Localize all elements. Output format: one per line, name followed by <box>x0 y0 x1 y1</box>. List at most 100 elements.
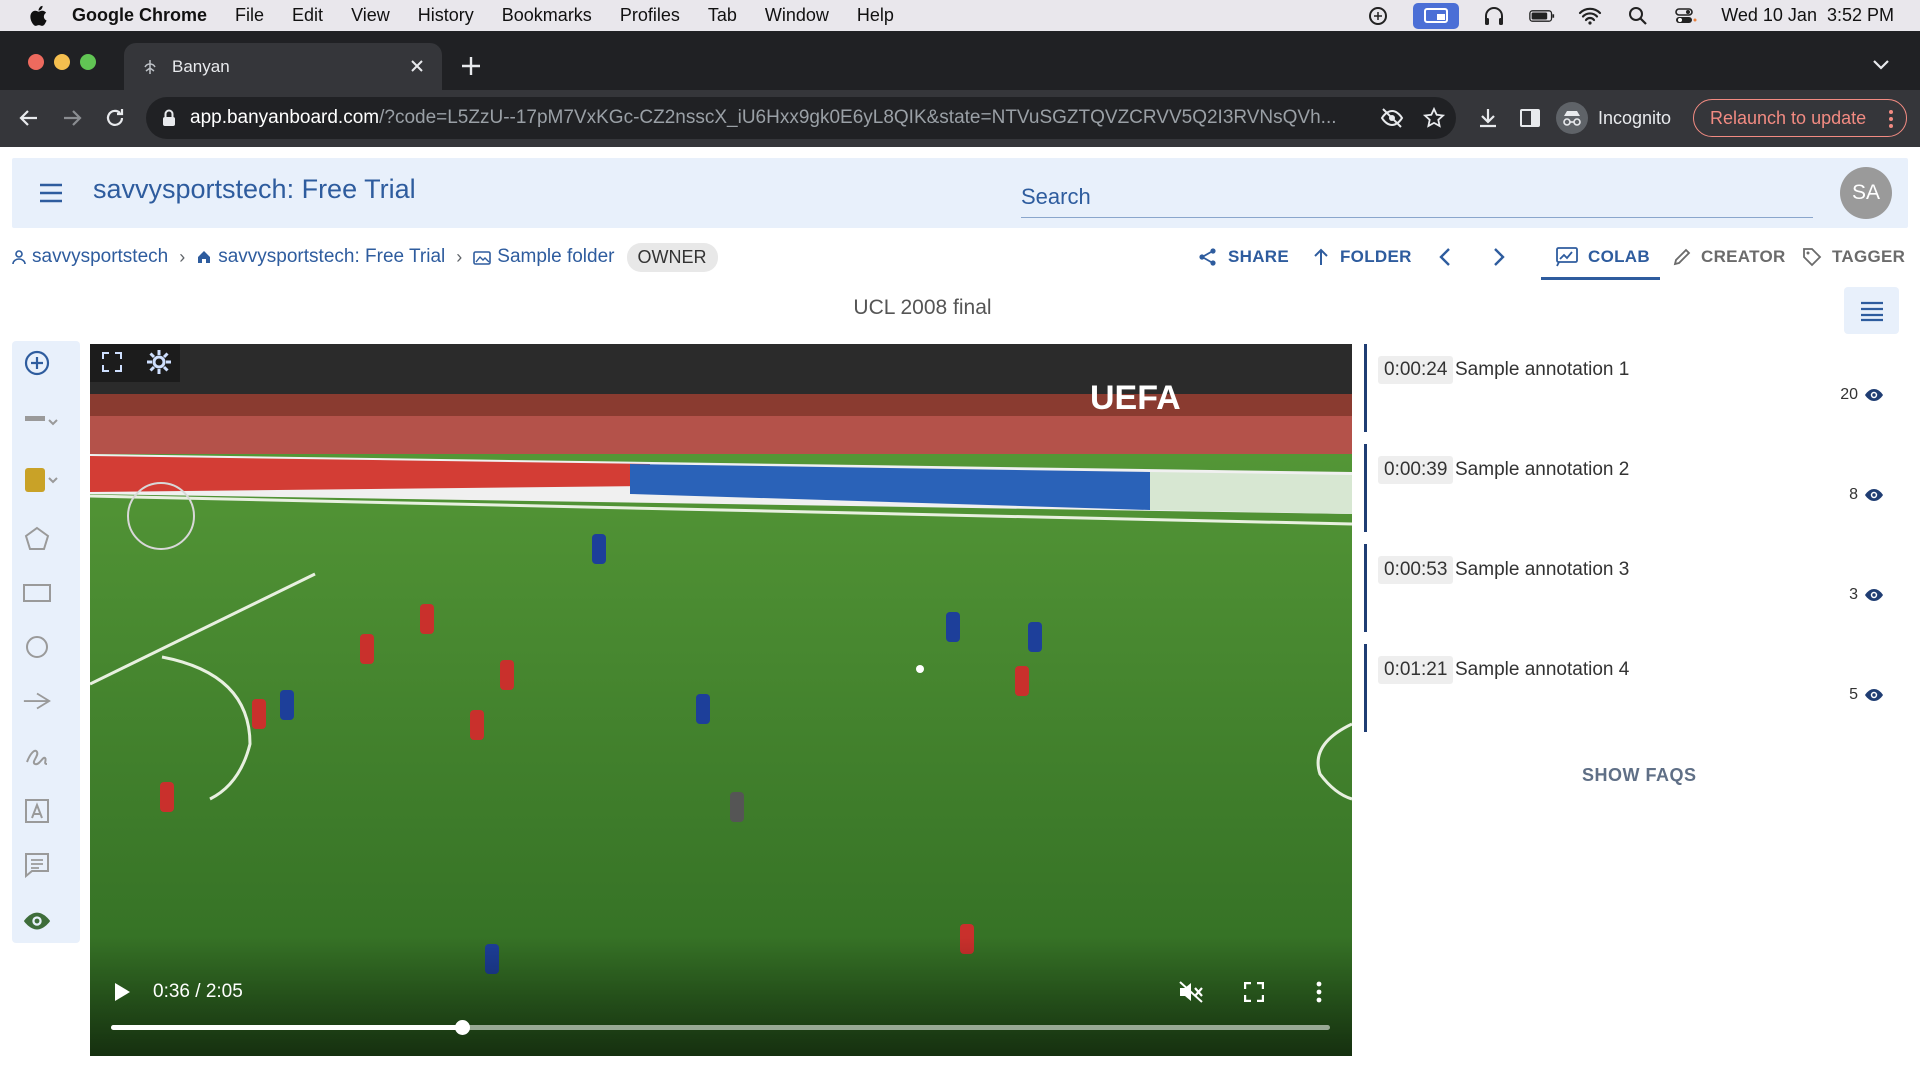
share-button[interactable]: SHARE <box>1198 244 1289 270</box>
annotation-item[interactable]: 0:01:21 Sample annotation 4 5 <box>1364 644 1884 732</box>
annotation-timestamp[interactable]: 0:00:53 <box>1378 556 1454 584</box>
annotation-label[interactable]: Sample annotation 3 <box>1455 559 1629 581</box>
list-icon <box>1860 301 1883 321</box>
menu-profiles[interactable]: Profiles <box>620 5 680 26</box>
lock-icon[interactable] <box>160 108 178 128</box>
annotation-label[interactable]: Sample annotation 1 <box>1455 359 1629 381</box>
annotation-timestamp[interactable]: 0:00:24 <box>1378 356 1454 384</box>
annotation-item[interactable]: 0:00:39 Sample annotation 2 8 <box>1364 444 1884 532</box>
spotlight-search-icon[interactable] <box>1625 5 1651 27</box>
back-arrow-icon[interactable] <box>17 106 41 130</box>
reload-icon[interactable] <box>103 106 127 130</box>
arrow-tool-button[interactable] <box>22 686 52 716</box>
show-faqs-button[interactable]: SHOW FAQS <box>1582 765 1697 786</box>
view-count-value: 5 <box>1849 686 1858 703</box>
hamburger-menu-icon[interactable] <box>38 182 64 204</box>
more-vertical-icon[interactable] <box>1888 109 1894 129</box>
video-player[interactable]: UEFA <box>90 344 1352 1056</box>
user-avatar[interactable]: SA <box>1840 167 1892 219</box>
freehand-tool-button[interactable] <box>22 741 52 771</box>
menu-history[interactable]: History <box>418 5 474 26</box>
breadcrumb-org[interactable]: savvysportstech <box>12 246 168 268</box>
window-minimize-button[interactable] <box>54 54 70 70</box>
comment-tool-button[interactable] <box>22 850 52 880</box>
url-path: /?code=L5ZzU--17pM7VxKGc-CZ2nsscX_iU6Hxx… <box>379 107 1337 128</box>
forward-arrow-icon[interactable] <box>60 106 84 130</box>
previous-item-icon[interactable] <box>1436 246 1454 268</box>
folder-button[interactable]: FOLDER <box>1312 244 1412 270</box>
visibility-toggle-button[interactable] <box>22 906 52 936</box>
rectangle-tool-button[interactable] <box>22 578 52 608</box>
creator-label: CREATOR <box>1701 247 1786 266</box>
tab-tagger[interactable]: TAGGER <box>1802 244 1905 270</box>
screen-share-icon[interactable] <box>1413 2 1460 29</box>
menu-window[interactable]: Window <box>765 5 829 26</box>
side-panel-icon[interactable] <box>1518 106 1542 130</box>
arrow-icon <box>23 692 51 710</box>
add-tool-button[interactable] <box>22 348 52 378</box>
address-bar[interactable]: app.banyanboard.com/?code=L5ZzU--17pM7Vx… <box>146 97 1456 139</box>
line-width-dropdown[interactable] <box>22 404 62 434</box>
battery-icon[interactable] <box>1529 5 1555 27</box>
breadcrumb-workspace[interactable]: savvysportstech: Free Trial <box>196 246 445 268</box>
fullscreen-icon[interactable] <box>1244 982 1264 1002</box>
menu-help[interactable]: Help <box>857 5 894 26</box>
tab-search-chevron-icon[interactable] <box>1872 58 1890 72</box>
expand-fullscreen-icon[interactable] <box>100 350 124 374</box>
play-icon[interactable] <box>113 982 131 1002</box>
tracking-protection-eye-off-icon[interactable] <box>1380 106 1404 130</box>
next-item-icon[interactable] <box>1490 246 1508 268</box>
text-tool-button[interactable] <box>22 796 52 826</box>
menu-app-name[interactable]: Google Chrome <box>72 5 207 26</box>
new-tab-icon[interactable] <box>460 55 482 77</box>
menu-view[interactable]: View <box>351 5 390 26</box>
annotation-item[interactable]: 0:00:53 Sample annotation 3 3 <box>1364 544 1884 632</box>
video-progress-bar[interactable] <box>111 1020 1330 1035</box>
apple-icon[interactable] <box>26 3 52 29</box>
muted-volume-icon[interactable] <box>1178 980 1204 1004</box>
menubar-datetime[interactable]: Wed 10 Jan 3:52 PM <box>1721 5 1894 26</box>
video-more-options-icon[interactable] <box>1315 980 1323 1004</box>
annotation-list-toggle-button[interactable] <box>1844 287 1899 334</box>
annotation-view-count: 3 <box>1849 586 1884 604</box>
color-picker-dropdown[interactable] <box>22 465 62 495</box>
breadcrumb-separator: › <box>456 246 463 267</box>
settings-gear-icon[interactable] <box>145 348 173 376</box>
window-zoom-button[interactable] <box>80 54 96 70</box>
browser-tab[interactable]: Banyan <box>124 43 442 90</box>
tab-close-icon[interactable] <box>408 57 426 75</box>
video-scrubber-handle[interactable] <box>455 1020 471 1035</box>
add-circle-icon <box>24 350 50 376</box>
menu-tab[interactable]: Tab <box>708 5 737 26</box>
circle-tool-button[interactable] <box>22 632 52 662</box>
menu-edit[interactable]: Edit <box>292 5 323 26</box>
video-progress-fill <box>111 1025 463 1030</box>
tab-colab[interactable]: COLAB <box>1556 244 1650 270</box>
url-text[interactable]: app.banyanboard.com/?code=L5ZzU--17pM7Vx… <box>190 107 1370 129</box>
polygon-tool-button[interactable] <box>22 524 52 554</box>
annotation-timestamp[interactable]: 0:00:39 <box>1378 456 1454 484</box>
annotation-view-count: 5 <box>1849 686 1884 704</box>
window-close-button[interactable] <box>28 54 44 70</box>
headphones-icon[interactable] <box>1481 5 1507 27</box>
menu-file[interactable]: File <box>235 5 264 26</box>
tab-creator[interactable]: CREATOR <box>1673 244 1786 270</box>
bookmark-star-icon[interactable] <box>1422 106 1446 130</box>
relaunch-to-update-button[interactable]: Relaunch to update <box>1693 99 1907 137</box>
annotation-view-count: 8 <box>1849 486 1884 504</box>
breadcrumb-folder[interactable]: Sample folder <box>473 246 615 268</box>
downloads-icon[interactable] <box>1476 106 1500 130</box>
annotation-label[interactable]: Sample annotation 2 <box>1455 459 1629 481</box>
app-title: savvysportstech: Free Trial <box>93 174 416 204</box>
annotation-item[interactable]: 0:00:24 Sample annotation 1 20 <box>1364 344 1884 432</box>
wifi-icon[interactable] <box>1577 5 1603 27</box>
search-input[interactable]: Search <box>1021 176 1813 218</box>
view-count-value: 20 <box>1840 386 1858 403</box>
profile-incognito[interactable]: Incognito <box>1556 98 1671 138</box>
control-center-icon[interactable] <box>1673 5 1699 27</box>
chatgpt-icon[interactable] <box>1365 5 1391 27</box>
menu-bookmarks[interactable]: Bookmarks <box>502 5 592 26</box>
breadcrumb-org-label: savvysportstech <box>32 246 169 267</box>
annotation-label[interactable]: Sample annotation 4 <box>1455 659 1629 681</box>
annotation-timestamp[interactable]: 0:01:21 <box>1378 656 1454 684</box>
